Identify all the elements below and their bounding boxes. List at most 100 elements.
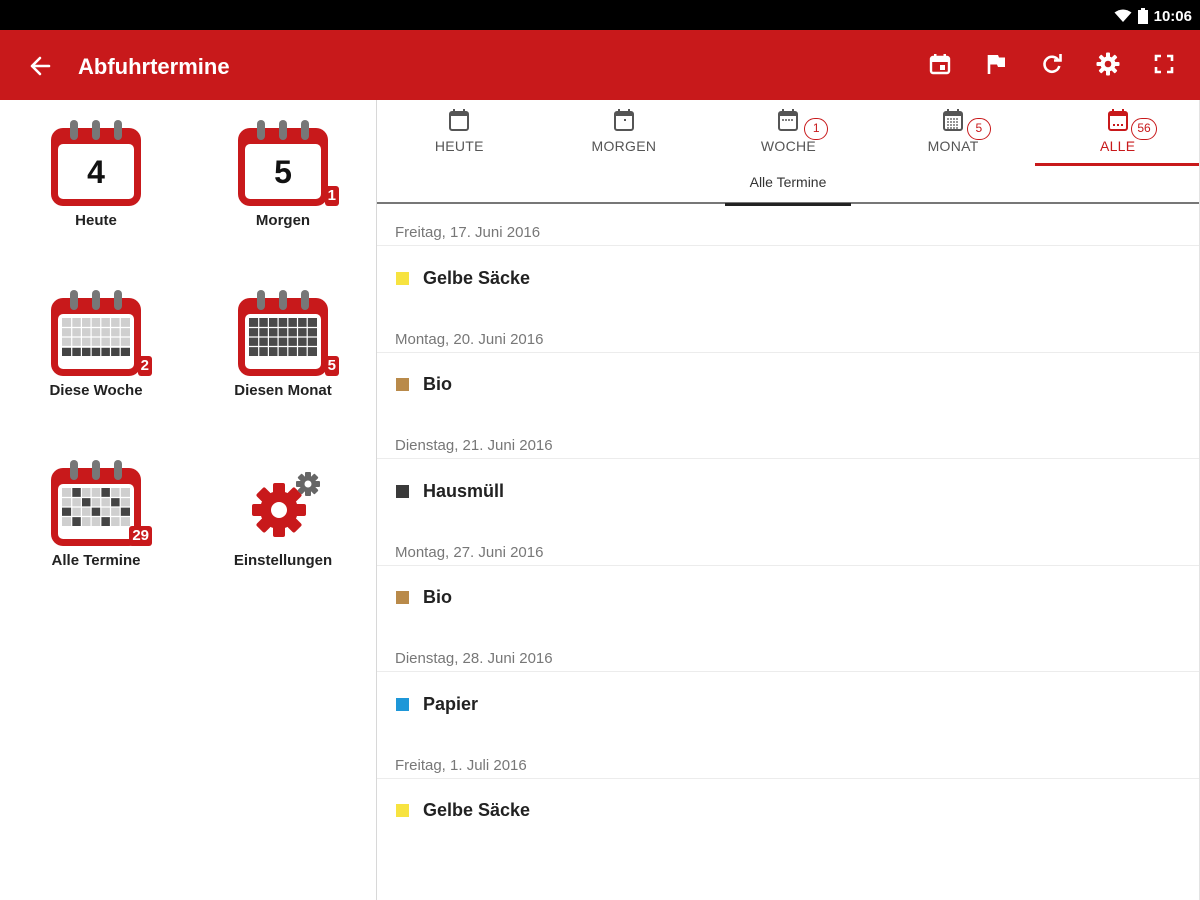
date-header: Dienstag, 21. Juni 2016 — [395, 437, 553, 454]
calendar-week-icon: 2 — [48, 288, 152, 378]
gears-icon — [252, 472, 320, 537]
period-tabs: HEUTE MORGEN WOCHE 1 MONAT 5 ALLE 56 — [377, 100, 1200, 168]
divider — [377, 458, 1200, 459]
divider — [377, 351, 1200, 353]
arrow-back-icon — [30, 56, 51, 76]
list-item: Freitag, 17. Juni 2016 Gelbe Säcke — [377, 214, 1200, 321]
tab-label: MORGEN — [591, 138, 657, 154]
calendar-event-icon — [929, 54, 951, 75]
calendar-week-icon — [778, 109, 799, 131]
tab-woche[interactable]: WOCHE 1 — [706, 100, 871, 168]
event-row[interactable]: Hausmüll — [377, 460, 1200, 522]
subtab-bar: Alle Termine — [377, 168, 1200, 206]
subtab-alle-termine[interactable]: Alle Termine — [725, 174, 851, 206]
tab-label: WOCHE — [760, 138, 817, 154]
date-header: Freitag, 1. Juli 2016 — [395, 756, 527, 774]
back-button[interactable] — [26, 54, 54, 78]
toolbar-actions — [928, 52, 1176, 76]
tile-diese-woche[interactable]: 2 Diese Woche — [21, 288, 171, 399]
tile-label: Heute — [75, 212, 117, 229]
battery-icon — [1137, 8, 1148, 24]
tile-diesen-monat[interactable]: 5 Diesen Monat — [208, 288, 358, 399]
tab-count-badge: 56 — [1131, 118, 1157, 140]
count-badge: 2 — [137, 356, 152, 376]
tile-einstellungen[interactable]: Einstellungen — [208, 458, 358, 569]
tab-heute[interactable]: HEUTE — [377, 100, 542, 168]
date-header: Montag, 20. Juni 2016 — [395, 330, 544, 348]
event-name: Bio — [423, 374, 452, 394]
tab-label: ALLE — [1099, 138, 1136, 154]
wifi-icon — [1114, 9, 1132, 22]
date-header: Montag, 27. Juni 2016 — [395, 543, 544, 561]
divider — [377, 564, 1200, 566]
divider — [377, 245, 1200, 246]
event-row[interactable]: Bio — [377, 354, 1200, 416]
tab-count-badge: 1 — [804, 118, 829, 140]
event-name: Bio — [423, 587, 452, 607]
event-name: Hausmüll — [423, 480, 505, 501]
fullscreen-icon — [1154, 54, 1174, 74]
calendar-event-button[interactable] — [928, 52, 952, 76]
settings-button[interactable] — [1096, 52, 1120, 76]
event-name: Gelbe Säcke — [423, 800, 531, 820]
tab-morgen[interactable]: MORGEN — [542, 100, 707, 168]
calendar-month-icon: 5 — [235, 288, 339, 378]
flag-button[interactable] — [984, 52, 1008, 76]
tile-alle-termine[interactable]: 29 Alle Termine — [21, 458, 171, 569]
tile-label: Diesen Monat — [234, 382, 332, 399]
tile-label: Morgen — [255, 212, 311, 229]
list-item: Montag, 20. Juni 2016 Bio — [377, 321, 1200, 428]
calendar-tomorrow-icon: 5 1 — [235, 118, 339, 208]
waste-type-color-swatch — [396, 484, 409, 498]
calendar-today-icon: 4 — [48, 118, 144, 208]
tile-label: Alle Termine — [51, 552, 141, 569]
tab-alle[interactable]: ALLE 56 — [1035, 100, 1200, 168]
count-badge: 1 — [324, 186, 339, 206]
fullscreen-button[interactable] — [1152, 52, 1176, 76]
date-header: Dienstag, 28. Juni 2016 — [395, 650, 553, 667]
event-name: Papier — [423, 693, 479, 714]
waste-type-color-swatch — [396, 271, 409, 285]
subtab-label: Alle Termine — [749, 174, 827, 190]
calendar-all-icon: 29 — [48, 458, 152, 548]
tile-label: Einstellungen — [233, 552, 333, 569]
calendar-day-number: 4 — [87, 154, 105, 190]
settings-icon — [1096, 52, 1120, 76]
flag-icon — [987, 55, 1005, 74]
date-header: Freitag, 17. Juni 2016 — [395, 224, 541, 241]
status-time: 10:06 — [1153, 7, 1192, 25]
list-item: Montag, 27. Juni 2016 Bio — [377, 534, 1200, 641]
count-badge: 5 — [324, 356, 339, 376]
tile-label: Diese Woche — [49, 382, 143, 399]
tab-label: MONAT — [927, 138, 979, 154]
status-icons: 10:06 — [1114, 6, 1192, 26]
status-bar: 10:06 — [0, 0, 1200, 30]
refresh-button[interactable] — [1040, 52, 1064, 76]
event-row[interactable]: Gelbe Säcke — [377, 247, 1200, 309]
tab-label: HEUTE — [434, 138, 484, 154]
subtab-indicator — [725, 203, 851, 206]
tile-heute[interactable]: 4 Heute — [21, 118, 171, 229]
count-badge: 29 — [129, 526, 152, 546]
schedule-panel: HEUTE MORGEN WOCHE 1 MONAT 5 ALLE 56 All… — [377, 100, 1200, 900]
calendar-day-icon — [449, 109, 470, 131]
tile-morgen[interactable]: 5 1 Morgen — [208, 118, 358, 229]
list-item: Dienstag, 21. Juni 2016 Hausmüll — [377, 427, 1200, 534]
tab-count-badge: 5 — [966, 118, 991, 140]
app-bar: Abfuhrtermine — [0, 30, 1200, 100]
waste-type-color-swatch — [396, 591, 409, 604]
calendar-day-number: 5 — [274, 154, 292, 190]
event-row[interactable]: Bio — [377, 567, 1200, 629]
waste-type-color-swatch — [396, 378, 409, 391]
app-title: Abfuhrtermine — [78, 54, 230, 79]
calendar-all-icon — [1107, 109, 1128, 131]
waste-type-color-swatch — [396, 804, 409, 817]
tab-monat[interactable]: MONAT 5 — [871, 100, 1036, 168]
event-row[interactable]: Gelbe Säcke — [377, 780, 1200, 842]
list-item: Freitag, 1. Juli 2016 Gelbe Säcke — [377, 747, 1200, 854]
event-row[interactable]: Papier — [377, 673, 1200, 735]
calendar-day-icon — [613, 109, 634, 131]
event-name: Gelbe Säcke — [423, 267, 531, 288]
waste-type-color-swatch — [396, 697, 409, 711]
shortcut-panel: 4 Heute 5 1 Morgen 2 Diese Woche 5 Diese… — [0, 100, 376, 900]
